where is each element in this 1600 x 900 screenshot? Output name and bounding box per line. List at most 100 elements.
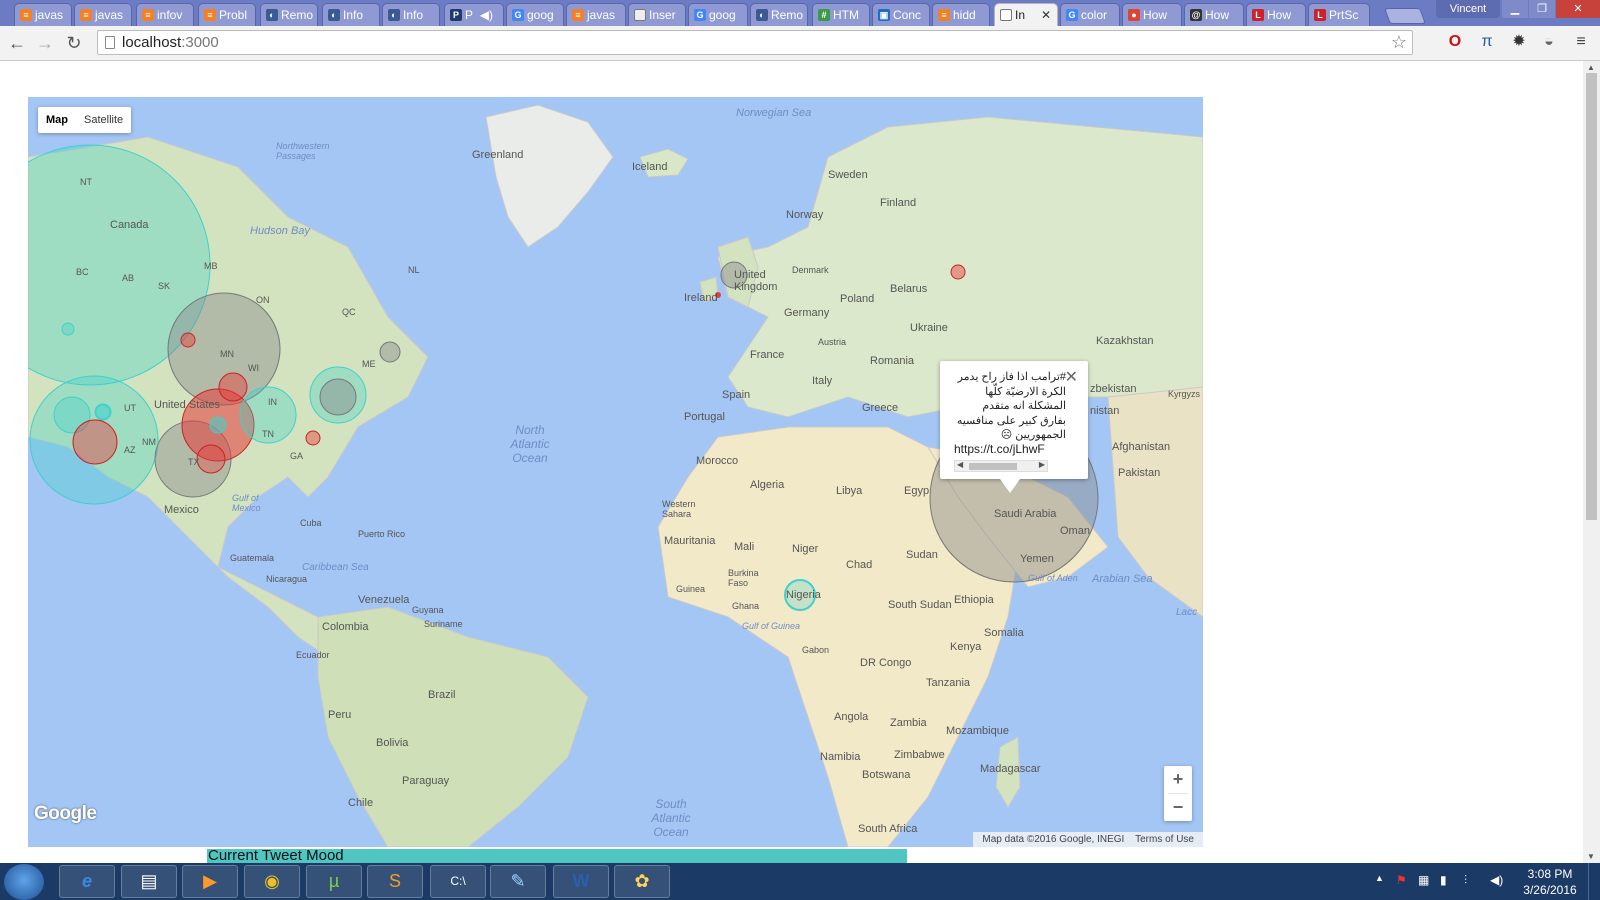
tab-label: javas [35, 8, 64, 22]
tab-label: infov [157, 8, 183, 22]
chrome-icon[interactable]: ◉ [244, 865, 300, 898]
cmd-icon[interactable]: C:\ [430, 865, 486, 898]
map-label-angola: Angola [834, 711, 869, 723]
map-type-control[interactable]: Map Satellite [38, 107, 132, 133]
map-label-italy: Italy [812, 375, 833, 387]
extension-gear-icon[interactable]: ✹ [1508, 31, 1530, 53]
menu-icon[interactable]: ≡ [1570, 31, 1592, 53]
scroll-thumb[interactable] [969, 463, 1017, 470]
page-scrollbar[interactable]: ▲ ▼ [1583, 61, 1600, 863]
tab-2[interactable]: ≡ javas [74, 3, 132, 26]
tab-10[interactable]: ≡ javas [566, 3, 626, 26]
map-label-yemen: Yemen [1020, 553, 1054, 565]
restore-icon[interactable]: ❐ [1529, 0, 1555, 18]
map-label-ireland: Ireland [684, 292, 718, 304]
system-clock[interactable]: 3:08 PM 3/26/2016 [1521, 866, 1579, 898]
tab-22[interactable]: L PrtSc [1308, 3, 1370, 26]
flag-icon[interactable]: ⚑ [1396, 873, 1407, 887]
tab-9[interactable]: Ggoog [506, 3, 564, 26]
explorer-icon[interactable]: ▤ [121, 865, 177, 898]
bookmark-star-icon[interactable]: ☆ [1391, 32, 1407, 53]
ie-icon[interactable]: e [59, 865, 115, 898]
map-label-guyana: Guyana [412, 605, 444, 615]
map-label-ab: AB [122, 273, 135, 283]
tab-5[interactable]: ◐ Remo [260, 3, 318, 26]
doc-icon: ▣ [878, 9, 890, 21]
tray-chevron-icon[interactable]: ▲ [1375, 873, 1384, 883]
zoom-out-button[interactable]: − [1164, 794, 1192, 821]
forward-icon[interactable]: → [33, 31, 57, 55]
volume-icon[interactable]: ◀) [1490, 873, 1503, 887]
tab-label: In [1015, 8, 1026, 22]
display-icon[interactable]: ▦ [1418, 873, 1429, 887]
google-logo[interactable]: Google [34, 803, 97, 825]
tab-20[interactable]: @ How [1184, 3, 1244, 26]
tab-16[interactable]: ≡ hidd [932, 3, 990, 26]
map-label-northwestern-passages: Northwestern Passages [276, 141, 330, 161]
start-button[interactable] [4, 864, 44, 900]
minimize-icon[interactable]: ▁ [1502, 0, 1528, 18]
power-icon[interactable]: ▮ [1440, 873, 1447, 887]
tab-19[interactable]: ● How [1122, 3, 1182, 26]
tab-1[interactable]: ≡ javas [14, 3, 72, 26]
tweet-mood-label: Current Tweet Mood [208, 849, 344, 863]
address-bar[interactable]: localhost:3000 ☆ [97, 30, 1413, 55]
tweet-link[interactable]: https://t.co/jLhwF [954, 442, 1052, 456]
scroll-up-icon[interactable]: ▲ [1587, 63, 1595, 72]
paint-icon[interactable]: ✿ [614, 865, 670, 898]
tab-8[interactable]: P P ◀) [444, 3, 504, 26]
utorrent-icon[interactable]: µ [306, 865, 362, 898]
close-icon[interactable]: ✕ [1065, 367, 1078, 387]
tab-label: How [1143, 8, 1168, 22]
tab-18[interactable]: Gcolor [1060, 3, 1120, 26]
close-tab-icon[interactable]: ✕ [1041, 8, 1051, 22]
network-icon[interactable]: ⫶ [1464, 873, 1467, 888]
user-profile-button[interactable]: Vincent [1436, 0, 1500, 18]
tab-active[interactable]: In ✕ [994, 3, 1058, 26]
map-label-guatemala: Guatemala [230, 553, 275, 563]
tab-15[interactable]: ▣ Conc [872, 3, 930, 26]
tab-4[interactable]: ≡ Probl [198, 3, 256, 26]
word-icon[interactable]: W [553, 865, 609, 898]
map-label-on: ON [256, 295, 270, 305]
pi-icon[interactable]: π [1476, 31, 1498, 53]
info-window-scrollbar[interactable]: ◀ ▶ [954, 460, 1048, 472]
shield-icon[interactable]: ◒ [1538, 31, 1560, 53]
tab-13[interactable]: ◐ Remo [750, 3, 808, 26]
new-tab-button[interactable] [1384, 8, 1426, 24]
map-label-lacc: Lacc [1176, 607, 1198, 618]
windows-taskbar: e ▤ ▶ ◉ µ S C:\ ✎ W ✿ ▲ ⚑ ▦ ▮ ⫶ ◀) 3:08 … [0, 863, 1600, 900]
show-desktop-button[interactable] [1588, 863, 1600, 900]
tab-7[interactable]: ◐ Info [382, 3, 440, 26]
stackoverflow-icon: ≡ [204, 9, 216, 21]
close-window-icon[interactable]: ✕ [1556, 0, 1600, 18]
html-icon: # [818, 9, 830, 21]
map-type-satellite[interactable]: Satellite [76, 107, 131, 133]
map-label-kazakhstan: Kazakhstan [1096, 335, 1154, 347]
scrollbar-thumb[interactable] [1586, 73, 1597, 520]
back-icon[interactable]: ← [5, 31, 29, 55]
world-map[interactable]: Greenland Iceland Norwegian Sea Sweden F… [28, 97, 1203, 847]
opera-icon[interactable]: O [1444, 31, 1466, 53]
terms-of-use-link[interactable]: Terms of Use [1135, 834, 1194, 845]
zoom-in-button[interactable]: + [1164, 766, 1192, 793]
tab-11[interactable]: Inser [628, 3, 686, 26]
map-label-chad: Chad [846, 559, 873, 571]
tab-21[interactable]: L How [1246, 3, 1306, 26]
sublime-icon[interactable]: S [367, 865, 423, 898]
tab-12[interactable]: Ggoog [688, 3, 748, 26]
scroll-right-icon[interactable]: ▶ [1039, 460, 1045, 469]
scroll-down-icon[interactable]: ▼ [1587, 852, 1595, 861]
map-label-puerto-rico: Puerto Rico [358, 529, 406, 539]
tweet-text: #ترامب اذا فاز راح يدمر الكرة الارضيّة ك… [956, 371, 1066, 441]
url-text: localhost:3000 [122, 34, 219, 51]
pen-icon[interactable]: ✎ [490, 865, 546, 898]
tab-3[interactable]: ≡ infov [136, 3, 194, 26]
media-player-icon[interactable]: ▶ [182, 865, 238, 898]
tab-6[interactable]: ◐ Info [322, 3, 380, 26]
map-type-map[interactable]: Map [38, 107, 76, 133]
reload-icon[interactable]: ↻ [62, 31, 86, 55]
scroll-left-icon[interactable]: ◀ [957, 460, 963, 469]
tab-14[interactable]: # HTM [812, 3, 870, 26]
stackoverflow-icon: ≡ [20, 9, 32, 21]
